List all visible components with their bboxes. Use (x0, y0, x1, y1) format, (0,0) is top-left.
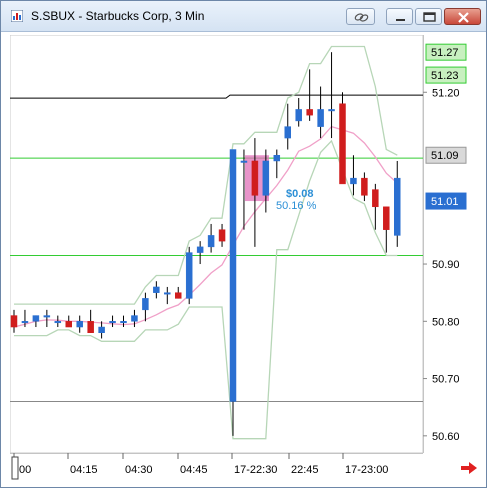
candle-body (262, 160, 270, 196)
scroll-right-arrow-icon[interactable] (459, 460, 479, 476)
candle-body (394, 177, 401, 236)
chart-window: S.SBUX - Starbucks Corp, 3 Min $0.08 50.… (0, 0, 487, 488)
candle-body (185, 252, 193, 299)
candle-body (251, 160, 259, 196)
time-tick-label: 04:15 (70, 464, 98, 476)
candle-body (54, 321, 62, 324)
window-title: S.SBUX - Starbucks Corp, 3 Min (31, 9, 205, 23)
close-button[interactable] (444, 8, 481, 25)
link-button[interactable] (346, 8, 375, 25)
candle-body (120, 321, 127, 324)
app-icon (11, 10, 23, 22)
price-tick-label: 50.80 (432, 316, 460, 328)
price-badge: 51.01 (425, 192, 467, 210)
candle-body (164, 292, 171, 295)
candle-body (87, 321, 94, 334)
time-tick-label: 22:45 (291, 464, 319, 476)
price-badge: 51.27 (425, 43, 467, 61)
time-tick-label: 04:30 (125, 464, 153, 476)
candle-body (350, 177, 357, 185)
maximize-icon (423, 12, 436, 22)
candle-body (65, 321, 72, 328)
price-tick-label: 50.90 (432, 259, 460, 271)
candle-body (372, 189, 379, 208)
candle-body (142, 298, 149, 311)
price-axis[interactable]: 50.60 50.70 50.80 50.90 51.20 51.27 51.23 51.09… (423, 35, 485, 453)
link-icon (354, 13, 369, 22)
candle-body (43, 315, 51, 318)
price-chart[interactable]: $0.08 50.16 % (10, 35, 423, 453)
candle-body (284, 126, 291, 139)
price-badge-label: 51.09 (431, 150, 459, 162)
candle-body (76, 321, 83, 328)
title-bar[interactable]: S.SBUX - Starbucks Corp, 3 Min (1, 1, 486, 32)
candle-body (98, 326, 105, 334)
annotation-change: $0.08 (286, 188, 314, 200)
candle-body (295, 109, 302, 122)
restore-icon (396, 19, 405, 21)
candle-body (273, 154, 281, 162)
minimize-button[interactable] (386, 8, 413, 25)
candle[interactable] (185, 246, 193, 305)
close-icon (458, 12, 469, 23)
annotation-percent: 50.16 % (276, 200, 317, 212)
candle-body (196, 246, 204, 253)
candle-body (361, 177, 368, 196)
candle-body (328, 109, 335, 112)
candle-body (153, 286, 160, 293)
time-tick-label: 04:45 (180, 464, 208, 476)
price-badge: 51.23 (425, 66, 467, 84)
candle-body (306, 109, 313, 116)
candle-body (218, 229, 226, 242)
price-tick-label: 50.70 (432, 374, 460, 386)
candle[interactable] (229, 149, 237, 436)
time-tick-label: 17-22:30 (234, 464, 277, 476)
candle-body (175, 292, 182, 299)
price-badge-label: 51.27 (431, 47, 459, 59)
time-scroll-handle[interactable] (11, 456, 19, 480)
candle-body (10, 315, 18, 328)
candle-body (32, 315, 40, 322)
candle-body (21, 321, 29, 324)
price-tick-label: 50.60 (432, 431, 460, 443)
candle-body (207, 235, 215, 248)
candle-body (131, 315, 138, 322)
candle-body (339, 103, 346, 185)
price-badge-label: 51.23 (431, 70, 459, 82)
price-badge: 51.09 (425, 146, 467, 164)
candle-body (383, 206, 390, 230)
time-tick-label: 17-23:00 (345, 464, 388, 476)
candle-body (229, 149, 237, 402)
price-badge-label: 51.01 (431, 196, 459, 208)
candle[interactable] (339, 92, 346, 185)
candle-body (317, 109, 324, 127)
price-tick-label: 51.20 (432, 87, 460, 99)
time-axis[interactable]: :00 04:15 04:30 04:45 17-22:30 22:45 17-23:00 (10, 453, 423, 487)
maximize-button[interactable] (415, 8, 442, 25)
candle-body (109, 321, 116, 324)
candle-body (240, 160, 248, 163)
